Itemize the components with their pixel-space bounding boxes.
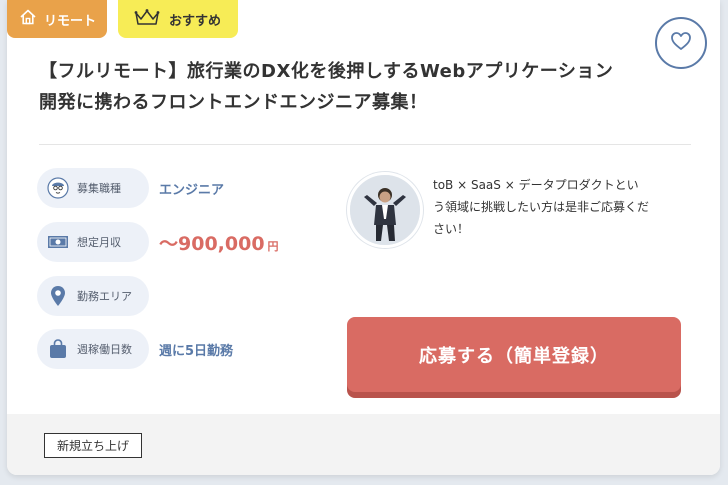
location-label: 勤務エリア [77, 290, 132, 303]
recommend-tag-label: おすすめ [169, 13, 222, 29]
job-card: リモート おすすめ 【フルリモート】旅行業のDX化を後押しするWebアプリケーシ… [7, 0, 720, 475]
salary-pill: 想定月収 [37, 222, 149, 262]
message-line-1: toB × SaaS × データプロダクトとい [433, 178, 639, 192]
info-row-salary: 想定月収 〜900,000 円 [37, 222, 279, 262]
divider [39, 144, 691, 145]
workdays-label: 週稼働日数 [77, 343, 132, 356]
workdays-pill: 週稼働日数 [37, 329, 149, 369]
remote-tag-label: リモート [44, 13, 97, 29]
home-icon [19, 8, 37, 30]
apply-button[interactable]: 応募する（簡単登録） [347, 317, 681, 392]
favorite-button[interactable] [655, 17, 707, 69]
info-row-location: 勤務エリア [37, 276, 159, 316]
recommend-tag: おすすめ [118, 0, 238, 38]
crown-icon [134, 8, 160, 30]
workdays-value: 週に5日勤務 [159, 343, 234, 359]
message-line-3: さい！ [433, 222, 470, 236]
info-row-job-type: 募集職種 エンジニア [37, 168, 224, 208]
job-title-line-2: 開発に携わるフロントエンドエンジニア募集！ [39, 92, 428, 113]
person-icon [47, 177, 69, 199]
salary-value: 〜900,000 円 [159, 229, 279, 256]
heart-icon [670, 31, 692, 55]
info-row-workdays: 週稼働日数 週に5日勤務 [37, 329, 233, 369]
remote-tag: リモート [7, 0, 107, 38]
location-pill: 勤務エリア [37, 276, 149, 316]
feature-tag[interactable]: 新規立ち上げ [44, 433, 143, 458]
job-type-pill: 募集職種 [37, 168, 149, 208]
recruiter-message: toB × SaaS × データプロダクトとい う領域に挑戦したい方は是非ご応募… [433, 174, 683, 240]
avatar [347, 172, 423, 248]
money-icon [47, 231, 69, 253]
job-title[interactable]: 【フルリモート】旅行業のDX化を後押しするWebアプリケーション 開発に携わるフ… [39, 56, 639, 118]
message-line-2: う領域に挑戦したい方は是非ご応募くだ [433, 200, 650, 214]
job-type-label: 募集職種 [77, 182, 121, 195]
salary-unit: 円 [267, 239, 279, 253]
bag-icon [47, 338, 69, 360]
pin-icon [47, 285, 69, 307]
job-title-line-1: 【フルリモート】旅行業のDX化を後押しするWebアプリケーション [39, 61, 614, 82]
salary-amount: 〜900,000 [159, 232, 265, 255]
salary-label: 想定月収 [77, 236, 121, 249]
card-footer: 新規立ち上げ [7, 414, 720, 475]
job-type-value: エンジニア [159, 182, 225, 198]
